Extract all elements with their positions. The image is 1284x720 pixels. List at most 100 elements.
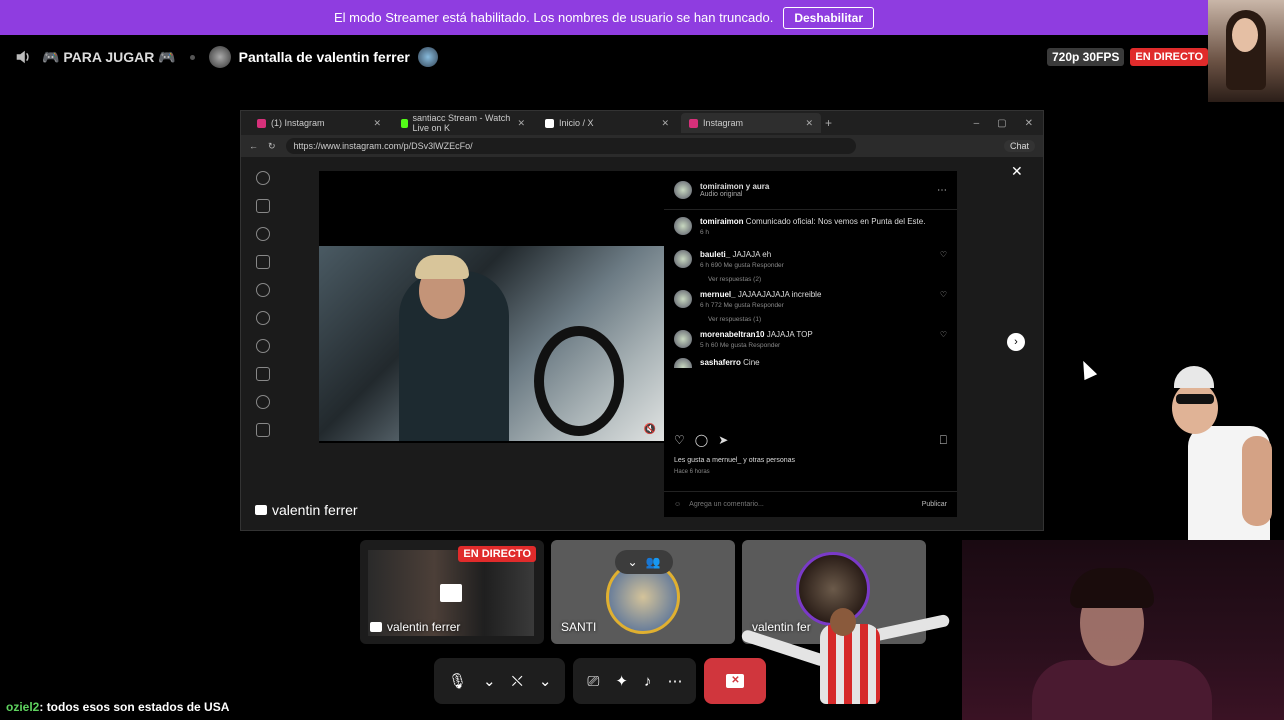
comment-text: JAJAAJAJAJA increible [737,290,822,299]
explore-icon[interactable] [256,311,270,325]
close-icon[interactable]: ✕ [373,118,381,129]
profile-icon[interactable] [256,395,270,409]
publish-button[interactable]: Publicar [922,501,947,508]
tab-label: Instagram [703,118,744,128]
chevron-down-icon[interactable]: ⌄ [539,672,552,690]
comment-icon[interactable]: ◯ [695,433,708,448]
activities-icon[interactable]: ✦ [615,672,628,690]
chat-button[interactable]: Chat [1003,140,1035,152]
channel-name[interactable]: 🎮 PARA JUGAR 🎮 [42,49,176,66]
browser-tab-active[interactable]: Instagram ✕ [681,113,821,133]
back-icon[interactable]: ← [249,141,258,151]
reels-icon[interactable] [256,227,270,241]
bookmark-icon[interactable]: ⎕ [940,433,947,448]
comment-text: Cine [743,358,760,367]
view-replies[interactable]: Ver respuestas (2) [664,276,957,283]
microphone-icon[interactable]: 🎙 [448,672,467,690]
close-icon[interactable]: ✕ [805,118,813,129]
comment-user[interactable]: sashaferro [700,358,741,367]
instagram-sidebar [241,157,285,530]
participant-options[interactable]: ⌄ 👥 [615,550,673,574]
view-replies[interactable]: Ver respuestas (1) [664,316,957,323]
volume-icon[interactable] [14,48,32,66]
home-icon[interactable] [256,199,270,213]
tab-label: (1) Instagram [271,118,325,128]
soundboard-icon[interactable]: ♪ [644,673,652,690]
stream-title: Pantalla de valentin ferrer [238,49,410,65]
chat-text: : todos esos son estados de USA [39,700,230,714]
comment-input-row: ☺ Agrega un comentario... Publicar [664,491,957,517]
user-badge-icon [417,47,438,67]
post-audio[interactable]: Audio original [700,191,769,198]
comment: bauleti_ JAJAJA eh 6 h 690 Me gusta Resp… [664,243,957,276]
screen-share[interactable]: (1) Instagram ✕ santiacc Stream - Watch L… [240,110,1044,531]
send-icon[interactable] [256,255,270,269]
avatar [674,181,692,199]
like-icon[interactable]: ♡ [940,250,947,259]
avatar [674,330,692,348]
new-tab-icon[interactable]: + [825,116,832,130]
comment-meta: 6 h 772 Me gusta Responder [700,302,784,309]
participant-name: SANTI [561,620,597,634]
browser-tab[interactable]: (1) Instagram ✕ [249,113,389,133]
participant-label: SANTI [561,620,596,634]
comment-text: JAJAJA eh [732,250,772,259]
chevron-down-icon[interactable]: ⌄ [483,672,496,690]
close-window-icon[interactable]: ✕ [1025,118,1033,129]
mute-icon[interactable]: 🔇 [644,424,656,435]
likes-summary[interactable]: Les gusta a mernuel_ y otras personas [674,457,795,464]
browser-tab[interactable]: Inicio / X ✕ [537,113,677,133]
comment-user[interactable]: bauleti_ [700,250,730,259]
camera-off-icon[interactable]: ⛌ [512,673,523,690]
comment-user[interactable]: morenabeltran10 [700,330,764,339]
browser-tab[interactable]: santiacc Stream - Watch Live on K ✕ [393,113,533,133]
participant-tile[interactable]: ⌄ 👥 SANTI [551,540,735,644]
minimize-icon[interactable]: – [974,118,980,129]
comment: mernuel_ JAJAAJAJAJA increible 6 h 772 M… [664,283,957,316]
participant-label: valentin ferrer [370,620,460,634]
next-arrow-icon[interactable]: › [1007,333,1025,351]
more-options-icon[interactable]: ⋯ [937,185,947,196]
tab-label: Inicio / X [559,118,594,128]
disable-button[interactable]: Deshabilitar [783,6,875,29]
url-field[interactable]: https://www.instagram.com/p/DSv3lWZEcFo/ [285,138,856,154]
live-badge: EN DIRECTO [1130,48,1208,66]
separator-dot [189,54,195,60]
monitor-icon [370,622,382,632]
comment-user[interactable]: tomiraimon [700,217,744,226]
chat-username[interactable]: oziel2 [6,700,39,714]
instagram-icon [689,118,698,128]
post-author[interactable]: tomiraimon y aura [700,182,769,191]
more-options-icon[interactable]: ⋯ [667,672,682,690]
people-icon[interactable]: 👥 [646,555,661,569]
close-icon[interactable]: ✕ [661,118,669,129]
avatar [674,290,692,308]
x-icon [545,118,554,128]
reload-icon[interactable]: ↻ [268,141,276,152]
share-owner-label: valentin ferrer [255,502,358,518]
like-icon[interactable]: ♡ [674,433,685,448]
instagram-logo-icon[interactable] [256,171,270,185]
comment-input[interactable]: Agrega un comentario... [689,501,764,508]
post-time: Hace 6 horas [674,469,710,475]
share-icon[interactable]: ➤ [718,433,728,448]
menu-icon[interactable] [256,423,270,437]
webcam-bottom-right [962,540,1284,720]
share-screen-icon[interactable]: ⎚ [587,673,599,690]
heart-icon[interactable] [256,339,270,353]
maximize-icon[interactable]: ▢ [997,118,1006,129]
chevron-down-icon[interactable]: ⌄ [627,555,637,569]
banner-message: El modo Streamer está habilitado. Los no… [333,10,774,25]
close-icon[interactable]: ✕ [1011,163,1023,180]
like-icon[interactable]: ♡ [940,290,947,299]
browser-tabs: (1) Instagram ✕ santiacc Stream - Watch L… [241,111,1043,135]
participant-tile[interactable]: EN DIRECTO valentin ferrer [360,540,544,644]
search-icon[interactable] [256,283,270,297]
emoji-icon[interactable]: ☺ [674,501,681,508]
create-icon[interactable] [256,367,270,381]
close-icon[interactable]: ✕ [517,118,525,129]
share-owner-name: valentin ferrer [272,502,358,518]
like-icon[interactable]: ♡ [940,330,947,339]
comment-user[interactable]: mernuel_ [700,290,736,299]
post-video[interactable]: 🔇 [319,171,664,443]
